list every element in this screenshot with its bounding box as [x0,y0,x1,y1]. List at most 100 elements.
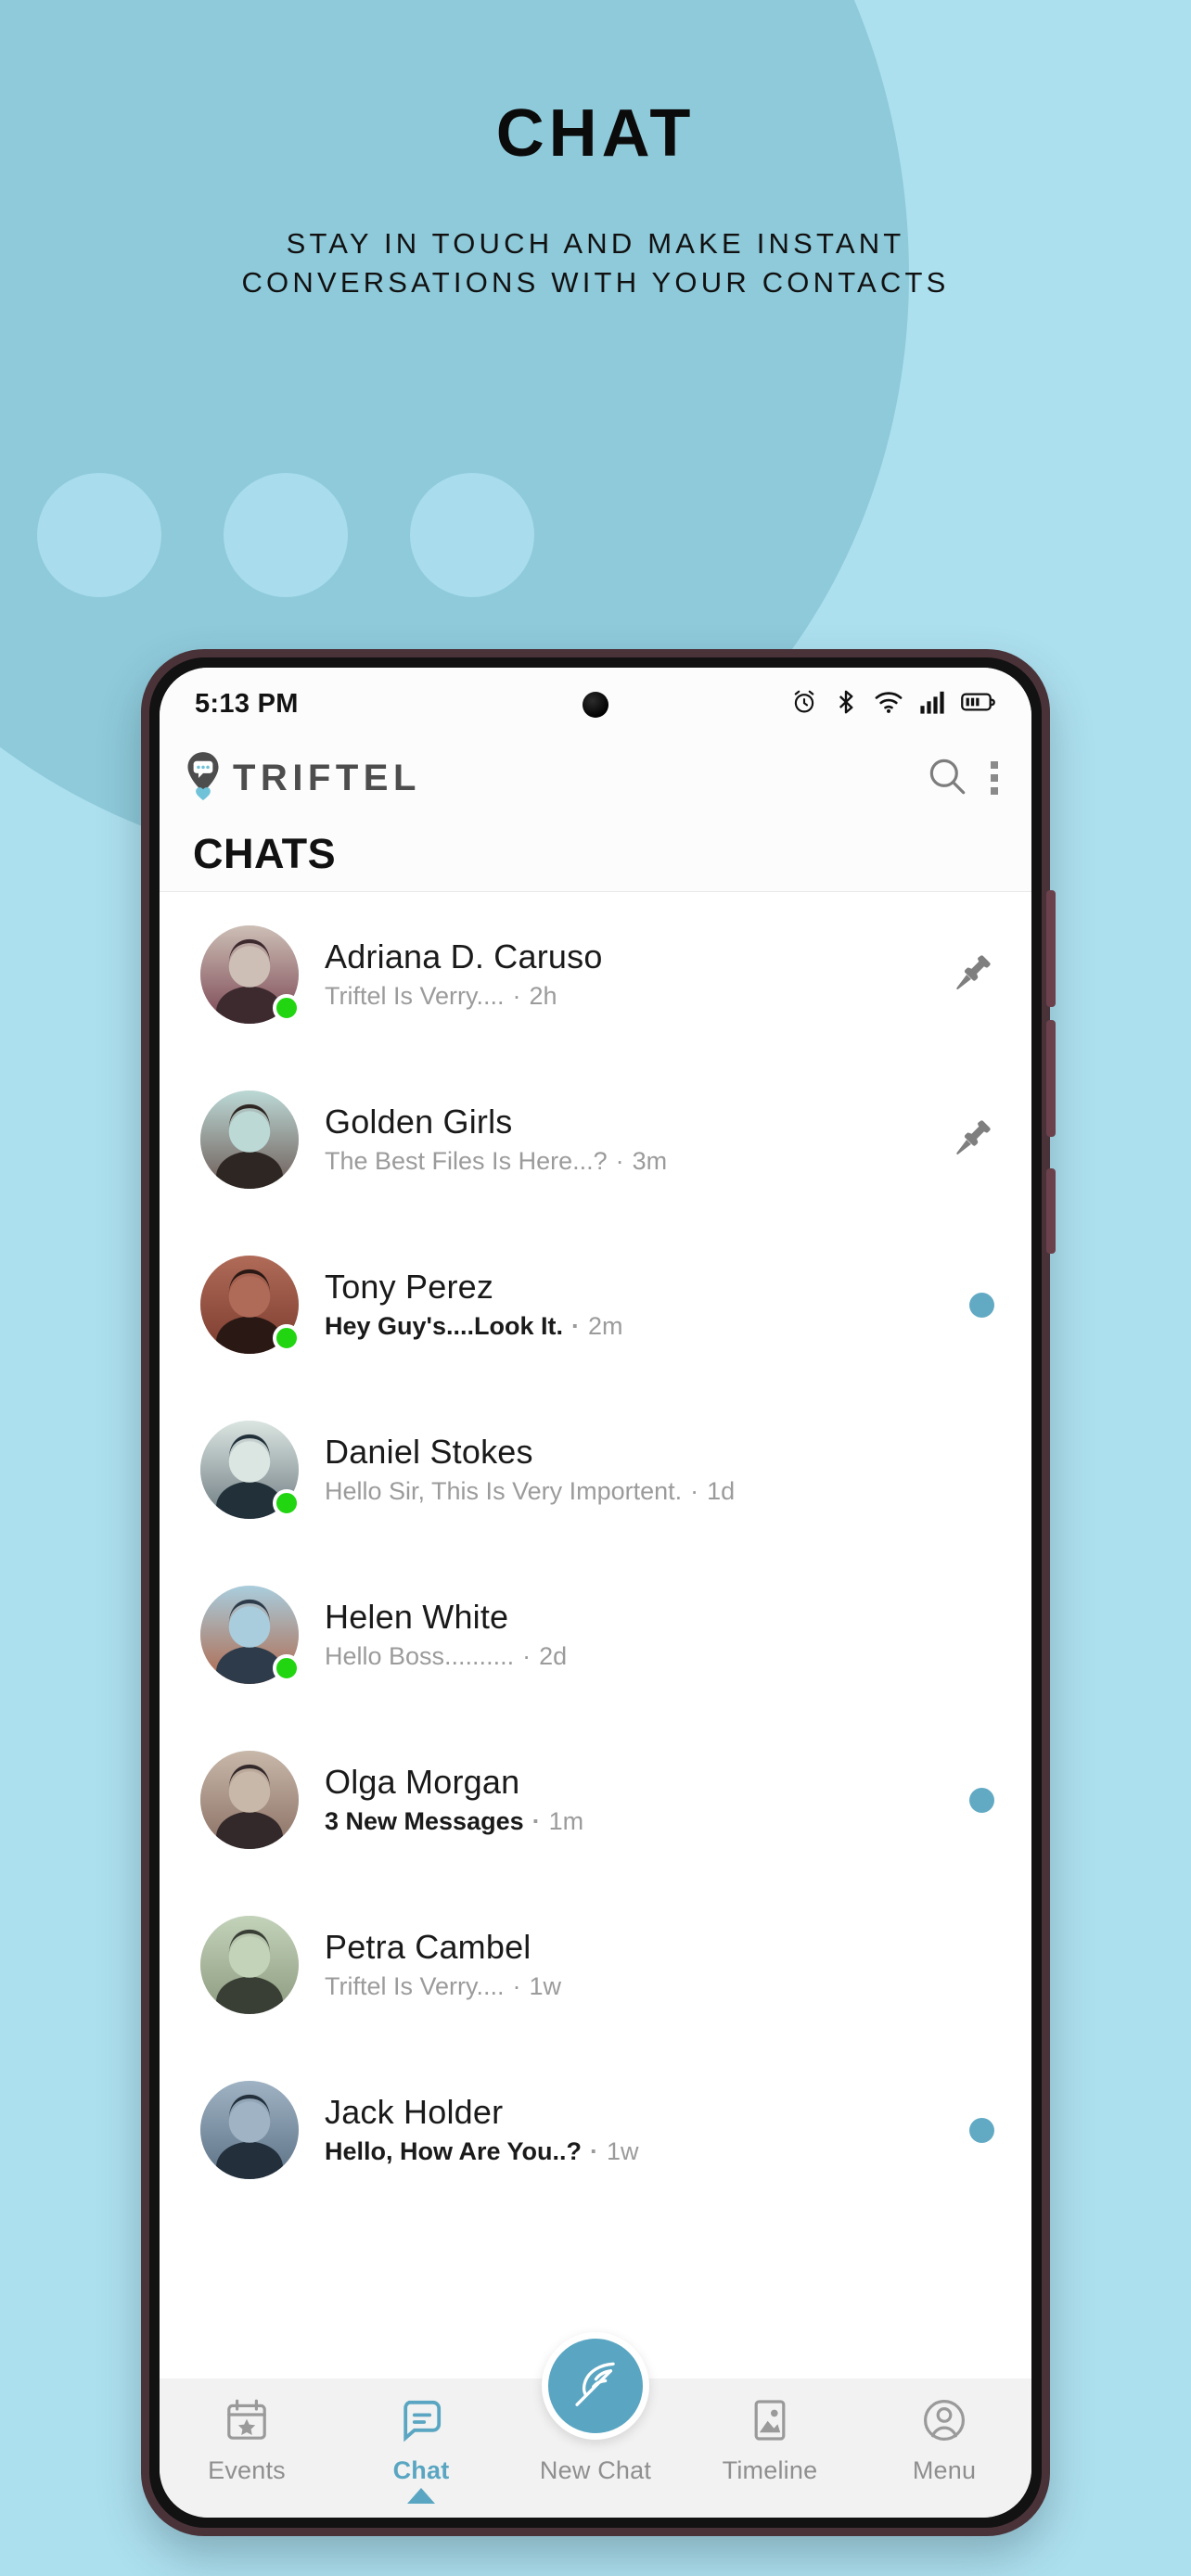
person-account-icon [920,2395,968,2445]
chats-section-header: CHATS [160,816,1031,892]
page-subtitle-line-2: CONVERSATIONS WITH YOUR CONTACTS [241,265,950,299]
brand-name: TRIFTEL [233,757,421,798]
marketing-headline-block: CHAT STAY IN TOUCH AND MAKE INSTANT CONV… [0,0,1191,302]
nav-item-menu[interactable]: Menu [857,2395,1031,2485]
chat-message-preview: Triftel Is Verry.... · 1w [325,1972,562,2001]
calendar-star-icon [223,2395,271,2445]
pinned-chats-section: Adriana D. Caruso Triftel Is Verry.... · 2… [160,892,1031,1222]
chat-list-item[interactable]: Daniel Stokes Hello Sir, This Is Very Im… [160,1387,1031,1552]
power-button[interactable] [1046,1168,1056,1254]
chat-timestamp: 2m [587,1312,623,1341]
avatar-wrapper [200,1751,299,1849]
chat-message-preview: The Best Files Is Here...? · 3m [325,1147,668,1176]
avatar [200,1090,299,1189]
image-photo-icon [746,2395,794,2445]
page-subtitle-line-1: STAY IN TOUCH AND MAKE INSTANT [286,227,905,260]
avatar-wrapper [200,2081,299,2179]
nav-label-events: Events [208,2456,286,2484]
chat-message-preview: Hello Sir, This Is Very Importent. · 1d [325,1477,736,1506]
chat-contact-name: Olga Morgan [325,1763,520,1802]
chat-bubble-icon [397,2395,445,2445]
online-status-dot [273,1324,301,1352]
phone-screen: 5:13 PM TRIFTEL CHATS Adriana D. Caruso … [160,668,1031,2518]
nav-item-events[interactable]: Events [160,2395,334,2485]
nav-label-new-chat: New Chat [539,2456,652,2484]
avatar [200,1916,299,2014]
chat-timestamp: 2d [539,1642,568,1671]
chat-list-item[interactable]: Adriana D. Caruso Triftel Is Verry.... · 2… [160,892,1031,1057]
avatar-wrapper [200,925,301,1024]
new-chat-fab-button[interactable] [542,2332,649,2440]
chat-list-item[interactable]: Olga Morgan 3 New Messages · 1m [160,1717,1031,1882]
chat-timestamp: 2h [529,982,557,1011]
nav-item-chat[interactable]: Chat [334,2395,508,2504]
chat-contact-name: Jack Holder [325,2093,504,2132]
chat-contact-name: Tony Perez [325,1268,494,1307]
chat-contact-name: Helen White [325,1598,509,1637]
chat-item-trailing [969,1787,994,1813]
decor-circle-3 [410,473,534,597]
chat-item-trailing [952,951,994,999]
chat-item-trailing [969,1292,994,1318]
page-title: CHAT [495,96,696,171]
volume-up-button[interactable] [1046,890,1056,1007]
chat-message-preview: Triftel Is Verry.... · 2h [325,982,557,1011]
status-bar-icons [790,688,996,721]
cellular-signal-icon [919,689,945,720]
chat-contact-name: Petra Cambel [325,1928,531,1967]
feather-quill-icon [567,2355,624,2417]
active-tab-caret-icon [407,2488,435,2504]
avatar-wrapper [200,1586,301,1684]
wifi-icon [874,690,903,719]
chat-list-item[interactable]: Jack Holder Hello, How Are You..? · 1w [160,2047,1031,2213]
app-bar: TRIFTEL [160,740,1031,816]
pin-icon[interactable] [952,1116,994,1164]
unread-indicator-dot [969,1292,994,1318]
chat-list-item[interactable]: Golden Girls The Best Files Is Here...? ·… [160,1057,1031,1222]
online-status-dot [273,1489,301,1517]
overflow-menu-icon[interactable] [991,761,998,795]
search-icon[interactable] [926,755,968,802]
chat-timestamp: 1w [529,1972,562,2001]
chat-list-item[interactable]: Tony Perez Hey Guy's....Look It. · 2m [160,1222,1031,1387]
chat-item-text: Jack Holder Hello, How Are You..? · 1w [325,2095,639,2164]
volume-down-button[interactable] [1046,1020,1056,1137]
chat-item-text: Tony Perez Hey Guy's....Look It. · 2m [325,1269,623,1339]
alarm-icon [790,688,818,721]
app-bar-actions [926,755,998,802]
nav-label-chat: Chat [392,2456,450,2484]
avatar-wrapper [200,1421,301,1519]
chat-message-preview: Hello Boss.......... · 2d [325,1642,568,1671]
status-bar: 5:13 PM [160,668,1031,740]
front-camera-punch-hole [583,692,608,718]
chat-contact-name: Golden Girls [325,1103,513,1141]
page-subtitle: STAY IN TOUCH AND MAKE INSTANT CONVERSAT… [0,224,1191,302]
battery-icon [961,691,996,718]
chat-item-text: Petra Cambel Triftel Is Verry.... · 1w [325,1930,561,1999]
chat-contact-name: Adriana D. Caruso [325,937,603,976]
chat-message-preview: Hey Guy's....Look It. · 2m [325,1312,623,1341]
recent-chats-section: Tony Perez Hey Guy's....Look It. · 2m Dani… [160,1222,1031,2213]
unread-indicator-dot [969,1787,994,1813]
chat-message-preview: 3 New Messages · 1m [325,1807,584,1836]
chat-item-text: Daniel Stokes Hello Sir, This Is Very Im… [325,1435,735,1504]
brand-logo-group[interactable]: TRIFTEL [184,750,421,807]
chat-contact-name: Daniel Stokes [325,1433,533,1472]
avatar-wrapper [200,1090,299,1189]
chat-item-text: Helen White Hello Boss.......... · 2d [325,1600,567,1669]
chat-item-text: Adriana D. Caruso Triftel Is Verry.... · 2… [325,939,603,1009]
chat-timestamp: 1m [548,1807,584,1836]
online-status-dot [273,994,301,1022]
location-pin-chat-logo-icon [184,750,223,807]
chat-message-preview: Hello, How Are You..? · 1w [325,2137,639,2166]
nav-label-timeline: Timeline [722,2456,818,2484]
bluetooth-icon [834,688,858,721]
chat-list-item[interactable]: Helen White Hello Boss.......... · 2d [160,1552,1031,1717]
nav-item-timeline[interactable]: Timeline [683,2395,857,2485]
pin-icon[interactable] [952,951,994,999]
chat-list-item[interactable]: Petra Cambel Triftel Is Verry.... · 1w [160,1882,1031,2047]
decor-circle-1 [37,473,161,597]
chat-list[interactable]: Adriana D. Caruso Triftel Is Verry.... · 2… [160,892,1031,2378]
phone-bezel: 5:13 PM TRIFTEL CHATS Adriana D. Caruso … [149,657,1042,2528]
chat-timestamp: 3m [632,1147,668,1176]
